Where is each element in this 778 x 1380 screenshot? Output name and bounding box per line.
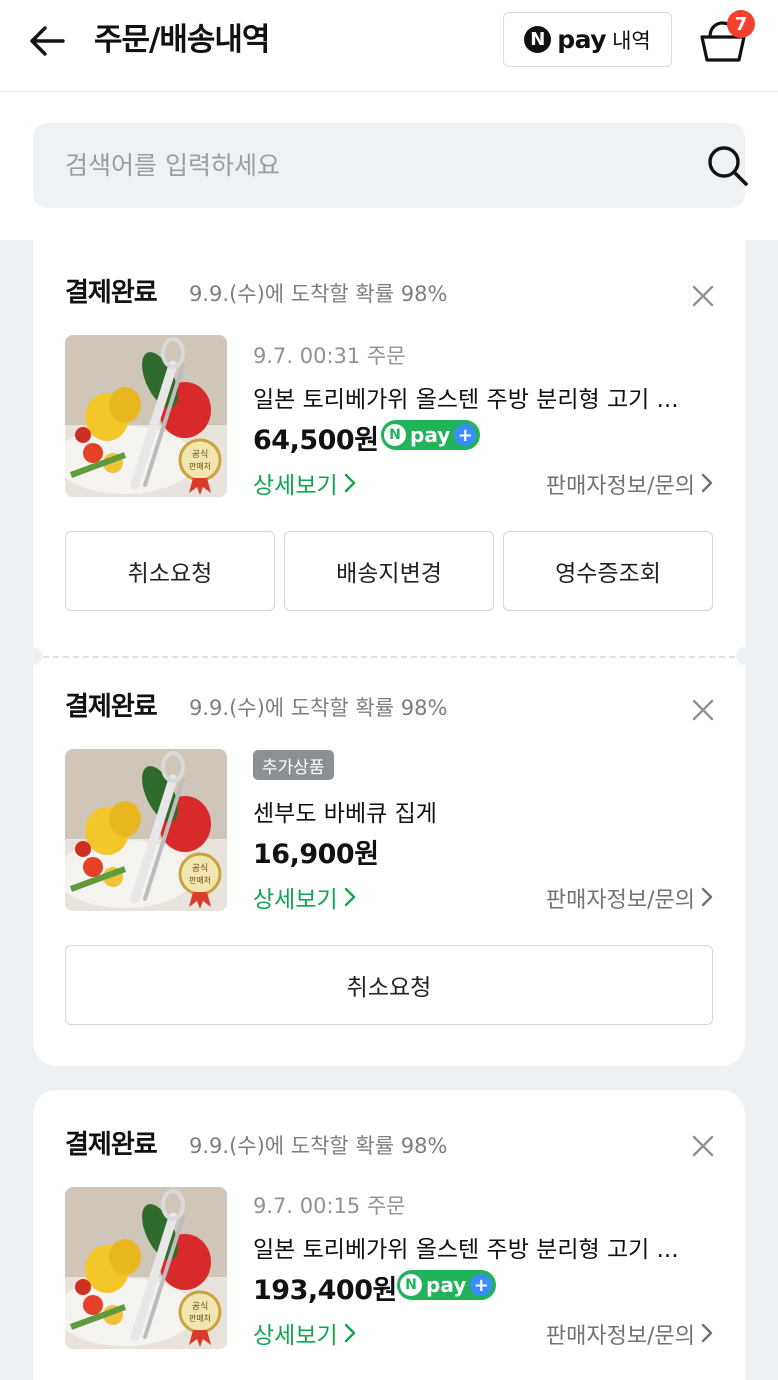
seller-info-label: 판매자정보/문의	[545, 1324, 695, 1349]
seller-info-link[interactable]: 판매자정보/문의	[546, 1318, 713, 1350]
delivery-eta: 9.9.(수)에 도착할 확률 98%	[189, 696, 448, 720]
order-status: 결제완료	[65, 1130, 158, 1160]
seller-info-label: 판매자정보/문의	[545, 888, 695, 913]
top-app-bar: 주문/배송내역 N pay 내역 7	[0, 0, 778, 92]
cart-count-badge: 7	[727, 10, 755, 38]
plus-icon: +	[454, 424, 477, 446]
product-image: 공식 판매처	[65, 1187, 227, 1349]
npay-wordmark: pay	[410, 423, 451, 447]
delivery-eta: 9.9.(수)에 도착할 확률 98%	[189, 1134, 448, 1158]
seller-info-link[interactable]: 판매자정보/문의	[546, 468, 713, 500]
cancel-request-button[interactable]: 취소요청	[65, 945, 713, 1025]
detail-link-label: 상세보기	[253, 1323, 338, 1349]
divider	[33, 656, 745, 658]
product-name[interactable]: 센부도 바베큐 집게	[253, 794, 715, 828]
npay-history-button[interactable]: N pay 내역	[503, 12, 672, 67]
order-status: 결제완료	[65, 278, 158, 308]
npay-history-label: 내역	[612, 28, 651, 53]
close-icon	[692, 285, 714, 307]
product-image: 공식 판매처	[65, 749, 227, 911]
delete-order-button[interactable]	[689, 1132, 717, 1160]
delivery-eta: 9.9.(수)에 도착할 확률 98%	[189, 282, 448, 306]
page-title: 주문/배송내역	[94, 22, 270, 58]
official-seal-text-2: 판매처	[189, 462, 211, 471]
detail-link-label: 상세보기	[253, 473, 338, 499]
chevron-right-icon	[701, 1323, 713, 1343]
search-area	[0, 92, 778, 240]
n-pay-icon: N	[524, 26, 552, 53]
product-price: 16,900원	[253, 839, 379, 870]
divider-notch	[736, 647, 754, 665]
official-seal-text-1: 공식	[192, 863, 209, 874]
delete-order-button[interactable]	[689, 282, 717, 310]
search-input[interactable]	[65, 123, 665, 208]
chevron-right-icon	[344, 473, 355, 493]
detail-link-label: 상세보기	[253, 887, 338, 913]
chevron-right-icon	[344, 887, 355, 907]
npay-plus-badge: N pay +	[381, 420, 481, 450]
official-seal-text-2: 판매처	[189, 876, 211, 885]
official-seal-text-1: 공식	[192, 1301, 209, 1312]
plus-icon: +	[470, 1274, 493, 1296]
detail-link[interactable]: 상세보기	[253, 1316, 356, 1350]
back-button[interactable]	[24, 18, 70, 64]
change-address-button[interactable]: 배송지변경	[284, 531, 494, 611]
product-thumbnail[interactable]: 공식 판매처	[65, 749, 227, 911]
seller-info-link[interactable]: 판매자정보/문의	[546, 882, 713, 914]
order-status: 결제완료	[65, 692, 158, 722]
order-date: 9.7. 00:31 주문	[253, 344, 406, 368]
receipt-button[interactable]: 영수증조회	[503, 531, 713, 611]
n-pay-icon: N	[400, 1274, 422, 1296]
divider-notch	[24, 647, 42, 665]
delete-order-button[interactable]	[689, 696, 717, 724]
search-icon	[708, 146, 748, 186]
seller-info-label: 판매자정보/문의	[545, 474, 695, 499]
close-icon	[692, 699, 714, 721]
n-pay-icon: N	[384, 424, 406, 446]
product-name[interactable]: 일본 토리베가위 올스텐 주방 분리형 고기 ...	[253, 380, 715, 414]
official-seal-text-2: 판매처	[189, 1314, 211, 1323]
chevron-right-icon	[344, 1323, 355, 1343]
npay-wordmark: pay	[426, 1273, 467, 1297]
chevron-right-icon	[701, 473, 713, 493]
product-thumbnail[interactable]: 공식 판매처	[65, 335, 227, 497]
detail-link[interactable]: 상세보기	[253, 466, 356, 500]
product-price: 64,500원	[253, 425, 379, 456]
order-group-card: 결제완료 9.9.(수)에 도착할 확률 98% 공식 판매처 9.7. 00:…	[24, 240, 754, 1066]
order-card: 결제완료 9.9.(수)에 도착할 확률 98% 공식 판매처 9.7. 00:…	[33, 1090, 745, 1380]
cancel-request-button[interactable]: 취소요청	[65, 531, 275, 611]
detail-link[interactable]: 상세보기	[253, 880, 356, 914]
order-date: 9.7. 00:15 주문	[253, 1194, 406, 1218]
official-seal-text-1: 공식	[192, 449, 209, 460]
search-box	[33, 123, 748, 208]
addon-badge: 추가상품	[253, 750, 334, 780]
npay-plus-badge: N pay +	[397, 1270, 497, 1300]
product-thumbnail[interactable]: 공식 판매처	[65, 1187, 227, 1349]
npay-wordmark: pay	[557, 25, 607, 54]
back-arrow-icon	[30, 26, 65, 56]
chevron-right-icon	[701, 887, 713, 907]
close-icon	[692, 1135, 714, 1157]
product-image: 공식 판매처	[65, 335, 227, 497]
product-name[interactable]: 일본 토리베가위 올스텐 주방 분리형 고기 ...	[253, 1230, 715, 1264]
search-button[interactable]	[705, 143, 751, 189]
product-price: 193,400원	[253, 1275, 397, 1306]
